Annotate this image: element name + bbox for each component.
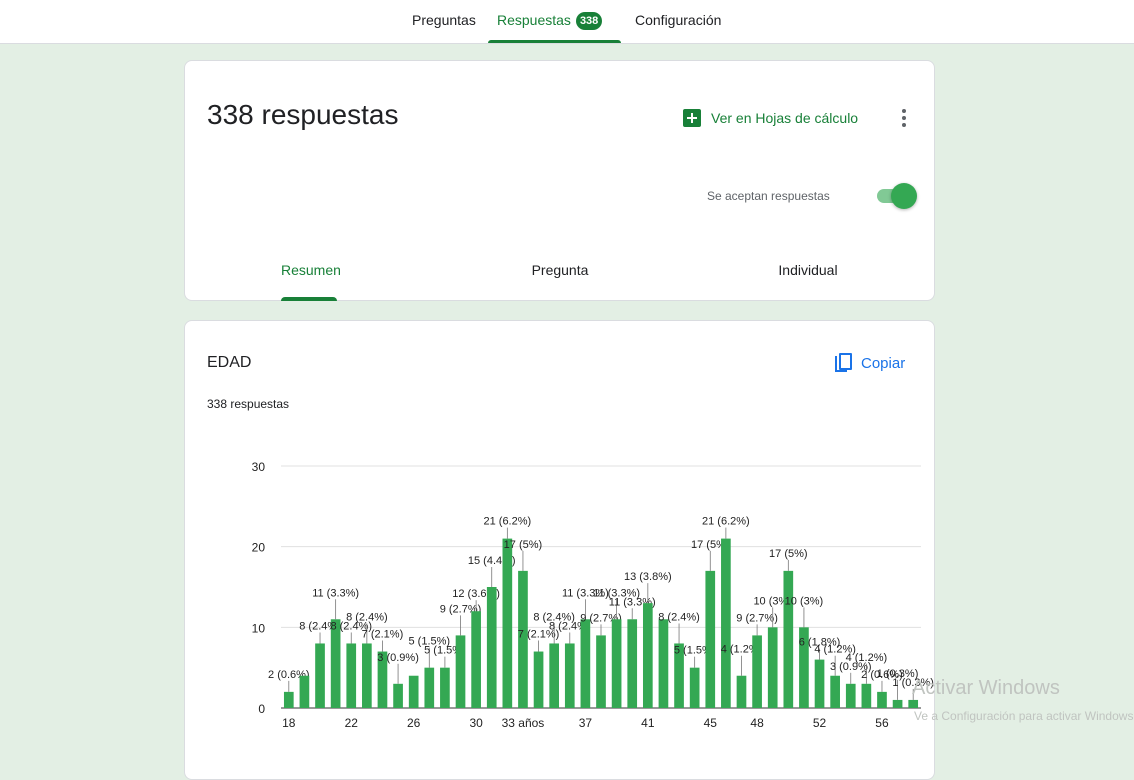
x-tick-label: 33 años: [502, 716, 545, 730]
edad-bar-chart: 01020302 (0.6%)8 (2.4%)11 (3.3%)8 (2.4%)…: [252, 460, 934, 730]
view-in-sheets-button[interactable]: Ver en Hojas de cálculo: [683, 106, 858, 130]
bar-46: [721, 538, 731, 708]
tab-configuracion[interactable]: Configuración: [635, 0, 721, 43]
windows-activation-subtitle: Ve a Configuración para activar Windows.: [914, 709, 1134, 723]
bar-39: [611, 619, 622, 708]
more-vert-icon[interactable]: [896, 106, 912, 130]
bar-30: [471, 611, 481, 708]
x-tick-label: 37: [579, 716, 593, 730]
sheets-icon: [683, 109, 701, 127]
bar-57: [892, 699, 903, 708]
bar-41: [642, 603, 653, 708]
subtab-pregunta[interactable]: Pregunta: [520, 251, 600, 301]
bar-56: [877, 691, 887, 708]
bar-55: [861, 683, 872, 708]
bar-29: [455, 635, 466, 708]
bar-37: [580, 619, 591, 708]
data-label: 7 (2.1%): [362, 629, 404, 641]
bar-58: [908, 699, 919, 708]
x-tick-label: 22: [345, 716, 359, 730]
data-label: 8 (2.4%): [346, 611, 388, 623]
bar-38: [596, 635, 606, 708]
y-tick-label: 0: [258, 702, 265, 716]
bar-36: [564, 643, 575, 708]
data-label: 10 (3%): [785, 595, 824, 607]
x-tick-label: 18: [282, 716, 296, 730]
responses-count-badge: 338: [575, 12, 603, 30]
subtab-individual[interactable]: Individual: [768, 251, 848, 301]
y-tick-label: 10: [252, 621, 266, 635]
x-tick-label: 48: [750, 716, 764, 730]
tab-preguntas-label: Preguntas: [412, 12, 476, 28]
bar-49: [767, 627, 778, 708]
subtab-resumen[interactable]: Resumen: [281, 251, 341, 301]
bar-48: [752, 635, 762, 708]
x-tick-label: 41: [641, 716, 655, 730]
data-label: 8 (2.4%): [658, 611, 700, 623]
x-tick-label: 56: [875, 716, 889, 730]
nav-tabs: Preguntas Respuestas 338 Configuración: [0, 0, 1134, 43]
data-label: 21 (6.2%): [702, 516, 750, 528]
bar-40: [627, 619, 638, 708]
bar-44: [689, 667, 700, 708]
accepting-responses-toggle[interactable]: [875, 182, 917, 210]
tab-respuestas-label: Respuestas: [497, 12, 571, 28]
bar-18: [283, 691, 294, 708]
y-tick-label: 20: [252, 541, 266, 555]
bar-20: [315, 643, 325, 708]
bar-34: [533, 651, 544, 708]
bar-27: [424, 667, 435, 708]
bar-23: [362, 643, 372, 708]
bar-22: [346, 643, 357, 708]
subtab-pregunta-label: Pregunta: [531, 262, 589, 278]
tab-preguntas[interactable]: Preguntas: [412, 0, 476, 43]
bar-50: [783, 570, 794, 708]
bar-26: [408, 675, 419, 708]
bar-21: [330, 619, 341, 708]
bar-52: [814, 659, 825, 708]
bar-31: [486, 587, 497, 708]
x-tick-label: 26: [407, 716, 421, 730]
x-tick-label: 45: [704, 716, 718, 730]
bar-25: [393, 683, 403, 708]
summary-card: 338 respuestas Ver en Hojas de cálculo S…: [184, 60, 935, 301]
view-in-sheets-label: Ver en Hojas de cálculo: [711, 110, 859, 126]
data-label: 11 (3.3%): [312, 587, 359, 599]
data-label: 21 (6.2%): [483, 516, 531, 528]
subtab-resumen-label: Resumen: [281, 262, 341, 278]
data-label: 3 (0.9%): [377, 652, 419, 664]
x-tick-label: 52: [813, 716, 827, 730]
y-tick-label: 30: [252, 460, 266, 474]
accepting-responses-label: Se aceptan respuestas: [707, 189, 830, 203]
subtab-individual-label: Individual: [778, 262, 838, 278]
question-card-edad: EDAD 338 respuestas Copiar 0 10 20 30 2 (0.6…: [184, 320, 935, 780]
x-tick-label: 30: [469, 716, 483, 730]
bar-53: [830, 675, 840, 708]
bar-32: [502, 538, 513, 708]
data-label: 4 (1.2%): [846, 652, 888, 664]
data-label: 17 (5%): [769, 548, 808, 560]
tab-respuestas[interactable]: Respuestas 338: [488, 0, 621, 43]
bar-45: [705, 570, 716, 708]
page-title: 338 respuestas: [207, 99, 399, 130]
bar-19: [299, 675, 310, 708]
data-label: 13 (3.8%): [624, 571, 672, 583]
data-label: 9 (2.7%): [736, 612, 778, 624]
bar-54: [845, 683, 856, 708]
windows-activation-title: Activar Windows: [912, 677, 1060, 699]
bar-28: [440, 667, 450, 708]
tab-configuracion-label: Configuración: [635, 12, 722, 28]
bar-42: [658, 619, 669, 708]
bar-35: [549, 643, 560, 708]
bar-47: [736, 675, 747, 708]
top-nav-bar: Preguntas Respuestas 338 Configuración: [0, 0, 1134, 44]
data-label: 17 (5%): [504, 539, 543, 551]
